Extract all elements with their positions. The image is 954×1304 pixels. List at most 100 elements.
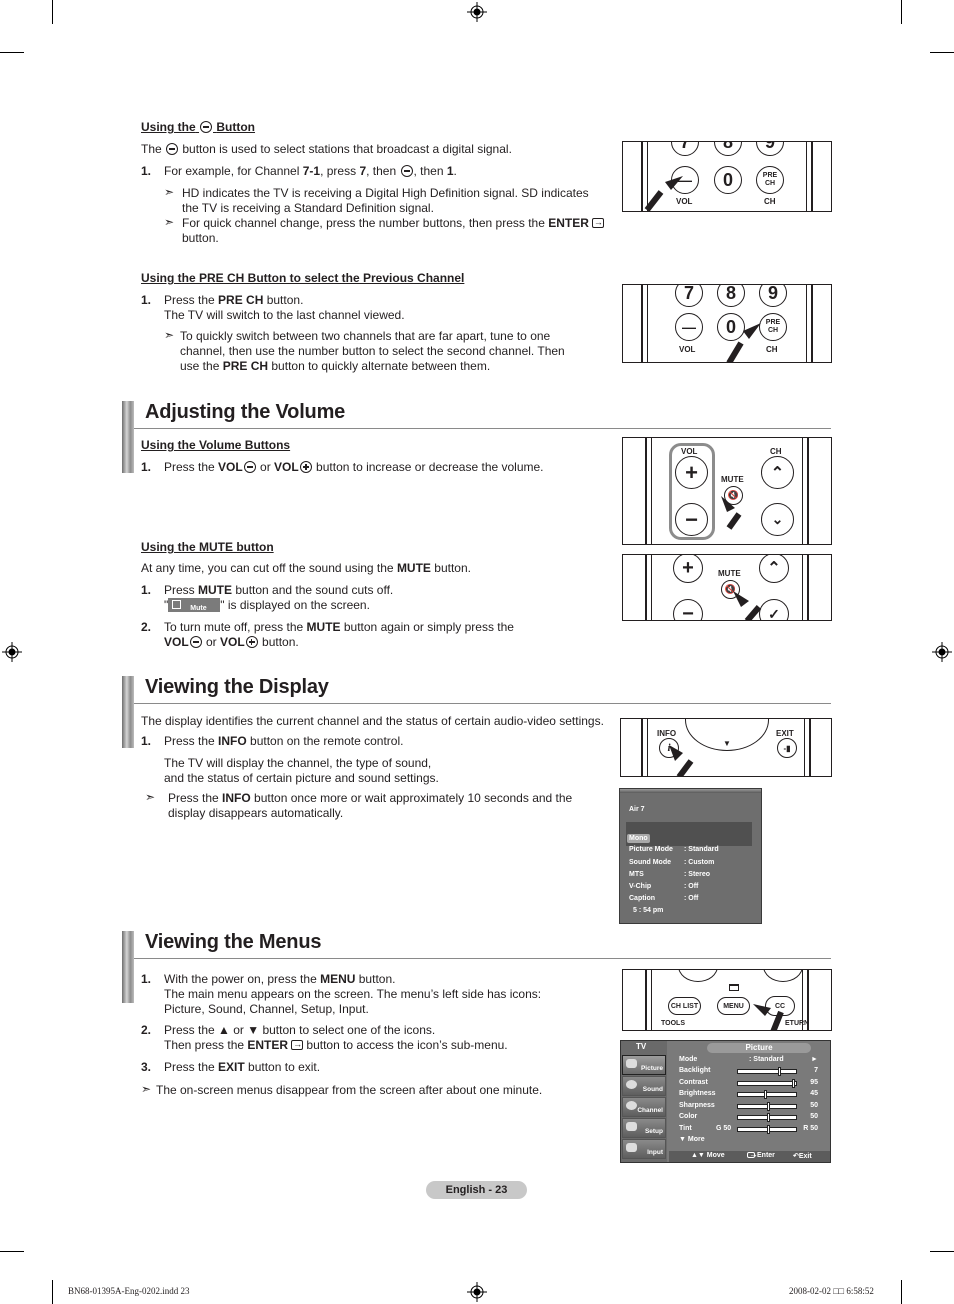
menu-slider-value: 7 xyxy=(814,1067,818,1074)
vol-down-button: − xyxy=(673,599,703,620)
enter-icon xyxy=(291,1037,304,1052)
remote-label-mute: MUTE xyxy=(721,475,744,484)
section-viewing-display: Viewing the Display xyxy=(122,674,831,748)
exit-button: -▮ xyxy=(777,738,797,758)
menus-note: The on-screen menus disappear from the s… xyxy=(156,1083,543,1097)
menu-slider-track[interactable] xyxy=(737,1101,797,1111)
menu-glyph-icon xyxy=(729,984,739,991)
menu-slider-knob[interactable] xyxy=(777,1067,781,1076)
enter-icon xyxy=(591,215,604,230)
menu-sidebar-item-picture[interactable]: Picture xyxy=(622,1055,666,1075)
menu-slider-track[interactable] xyxy=(737,1113,797,1122)
osd-audio-badge: Mono xyxy=(627,834,650,843)
subheading-volume-buttons: Using the Volume Buttons xyxy=(141,438,291,452)
menu-sidebar-item-setup[interactable]: Setup xyxy=(622,1118,666,1138)
menu-slider-label[interactable]: Color xyxy=(679,1113,697,1120)
crop-mark xyxy=(52,1280,53,1304)
crop-mark xyxy=(901,0,902,24)
crop-mark xyxy=(0,1251,24,1252)
dash-button-icon xyxy=(400,165,413,177)
menu-footer: ▲▼ Move Enter ↶Exit xyxy=(669,1149,830,1162)
menu-sidebar-item-input[interactable]: Input xyxy=(622,1139,666,1159)
menu-mode-label[interactable]: Mode xyxy=(679,1056,697,1063)
minus-icon xyxy=(189,636,202,648)
menu-slider-knob[interactable] xyxy=(766,1101,770,1111)
vol-up-button: + xyxy=(673,555,703,583)
crop-mark xyxy=(0,52,24,53)
menu-slider-value: 95 xyxy=(810,1078,818,1086)
display-step1-detail: The TV will display the channel, the typ… xyxy=(164,756,439,785)
menu-slider-label[interactable]: Sharpness xyxy=(679,1102,715,1109)
ch-up-button: ⌃ xyxy=(759,555,789,583)
prech-note: To quickly switch between two channels t… xyxy=(180,329,565,373)
menu-sidebar-item-sound[interactable]: Sound xyxy=(622,1076,666,1096)
remote-key-prech: PRE CH xyxy=(756,166,784,194)
menu-slider-label[interactable]: Backlight xyxy=(679,1067,711,1074)
registration-mark-icon xyxy=(467,1282,487,1302)
menu-slider-knob[interactable] xyxy=(763,1090,767,1099)
mute-step2: To turn mute off, press the MUTE button … xyxy=(164,620,514,649)
dpad-down-icon: ▼ xyxy=(723,739,731,748)
remote-label-ch: CH xyxy=(770,447,782,456)
osd-row-label: MTS xyxy=(629,871,644,878)
subheading-dash-button: Using the Button xyxy=(141,120,256,134)
menu-slider-value: 50 xyxy=(810,1101,818,1109)
osd-row-value: : Stereo xyxy=(684,871,711,878)
dash-step1: For example, for Channel 7-1, press 7, t… xyxy=(164,164,457,178)
menu-sidebar: TV Picture Sound Channel Setup Input xyxy=(621,1041,667,1162)
osd-row-value: : Off xyxy=(684,895,699,902)
osd-row-label: Picture Mode xyxy=(629,846,673,853)
menu-slider-track[interactable] xyxy=(737,1067,797,1076)
menu-slider-label[interactable]: Brightness xyxy=(679,1090,716,1097)
menu-slider-left-value: G 50 xyxy=(716,1124,732,1132)
mute-osd-badge: Mute xyxy=(168,598,221,612)
step-number: 1. xyxy=(141,734,152,748)
section-title: Adjusting the Volume xyxy=(145,401,346,423)
section-bar xyxy=(122,931,134,1003)
minus-icon xyxy=(243,461,256,473)
plus-icon xyxy=(245,636,258,648)
channel-icon xyxy=(626,1101,637,1110)
ch-up-button: ⌃ xyxy=(761,456,794,489)
menu-slider-knob[interactable] xyxy=(766,1113,770,1122)
remote-label-ch: CH xyxy=(764,197,776,206)
remote-figure-info: ▼ INFO i EXIT -▮ xyxy=(620,718,832,777)
remote-figure-volume: VOL CH + − MUTE 🔇 ⌃ ⌄ xyxy=(622,437,832,545)
menu-slider-track[interactable] xyxy=(737,1090,797,1099)
display-intro: The display identifies the current chann… xyxy=(141,714,604,728)
footer-datetime: 2008-02-02 □□ 6:58:52 xyxy=(789,1286,874,1296)
note-arrow-icon: ➣ xyxy=(141,1082,152,1096)
menu-slider-track[interactable] xyxy=(737,1078,797,1088)
section-adjusting-volume: Adjusting the Volume xyxy=(122,399,831,473)
step-number: 1. xyxy=(141,293,152,307)
menu-slider-knob[interactable] xyxy=(792,1078,796,1088)
remote-label-info: INFO xyxy=(657,729,677,738)
prech-step1: Press the PRE CH button. The TV will swi… xyxy=(164,293,405,322)
remote-label-mute: MUTE xyxy=(718,569,741,578)
display-step1: Press the INFO button on the remote cont… xyxy=(164,734,404,748)
osd-time: 5 : 54 pm xyxy=(633,907,664,914)
dash-intro: The button is used to select stations th… xyxy=(141,142,512,156)
osd-row-value: : Custom xyxy=(684,859,715,866)
menu-slider-label[interactable]: Tint xyxy=(679,1125,692,1132)
menu-slider-label[interactable]: Contrast xyxy=(679,1079,708,1086)
menu-slider-value: 45 xyxy=(810,1090,818,1097)
section-title: Viewing the Menus xyxy=(145,931,322,953)
menu-exit-hint: ↶Exit xyxy=(793,1153,812,1160)
registration-mark-icon xyxy=(932,642,952,662)
section-bar xyxy=(122,676,134,748)
menu-header: Picture xyxy=(707,1043,811,1053)
section-viewing-menus: Viewing the Menus xyxy=(122,929,831,1003)
page-number-badge: English - 23 xyxy=(426,1181,527,1199)
remote-figure-dash: 7 8 9 — 0 PRE CH VOL CH xyxy=(622,141,832,212)
osd-row-value: : Standard xyxy=(684,846,719,853)
menu-sidebar-item-channel[interactable]: Channel xyxy=(622,1097,666,1117)
menu-more[interactable]: ▼ More xyxy=(679,1136,705,1143)
menu-slider-track[interactable] xyxy=(737,1124,797,1134)
menu-slider-knob[interactable] xyxy=(766,1124,770,1134)
remote-label-vol: VOL xyxy=(679,345,696,354)
dash-button-icon xyxy=(200,121,213,133)
display-note: Press the INFO button once more or wait … xyxy=(168,791,573,820)
footer-filename: BN68-01395A-Eng-0202.indd 23 xyxy=(68,1286,190,1296)
note-arrow-icon: ➣ xyxy=(164,215,175,229)
